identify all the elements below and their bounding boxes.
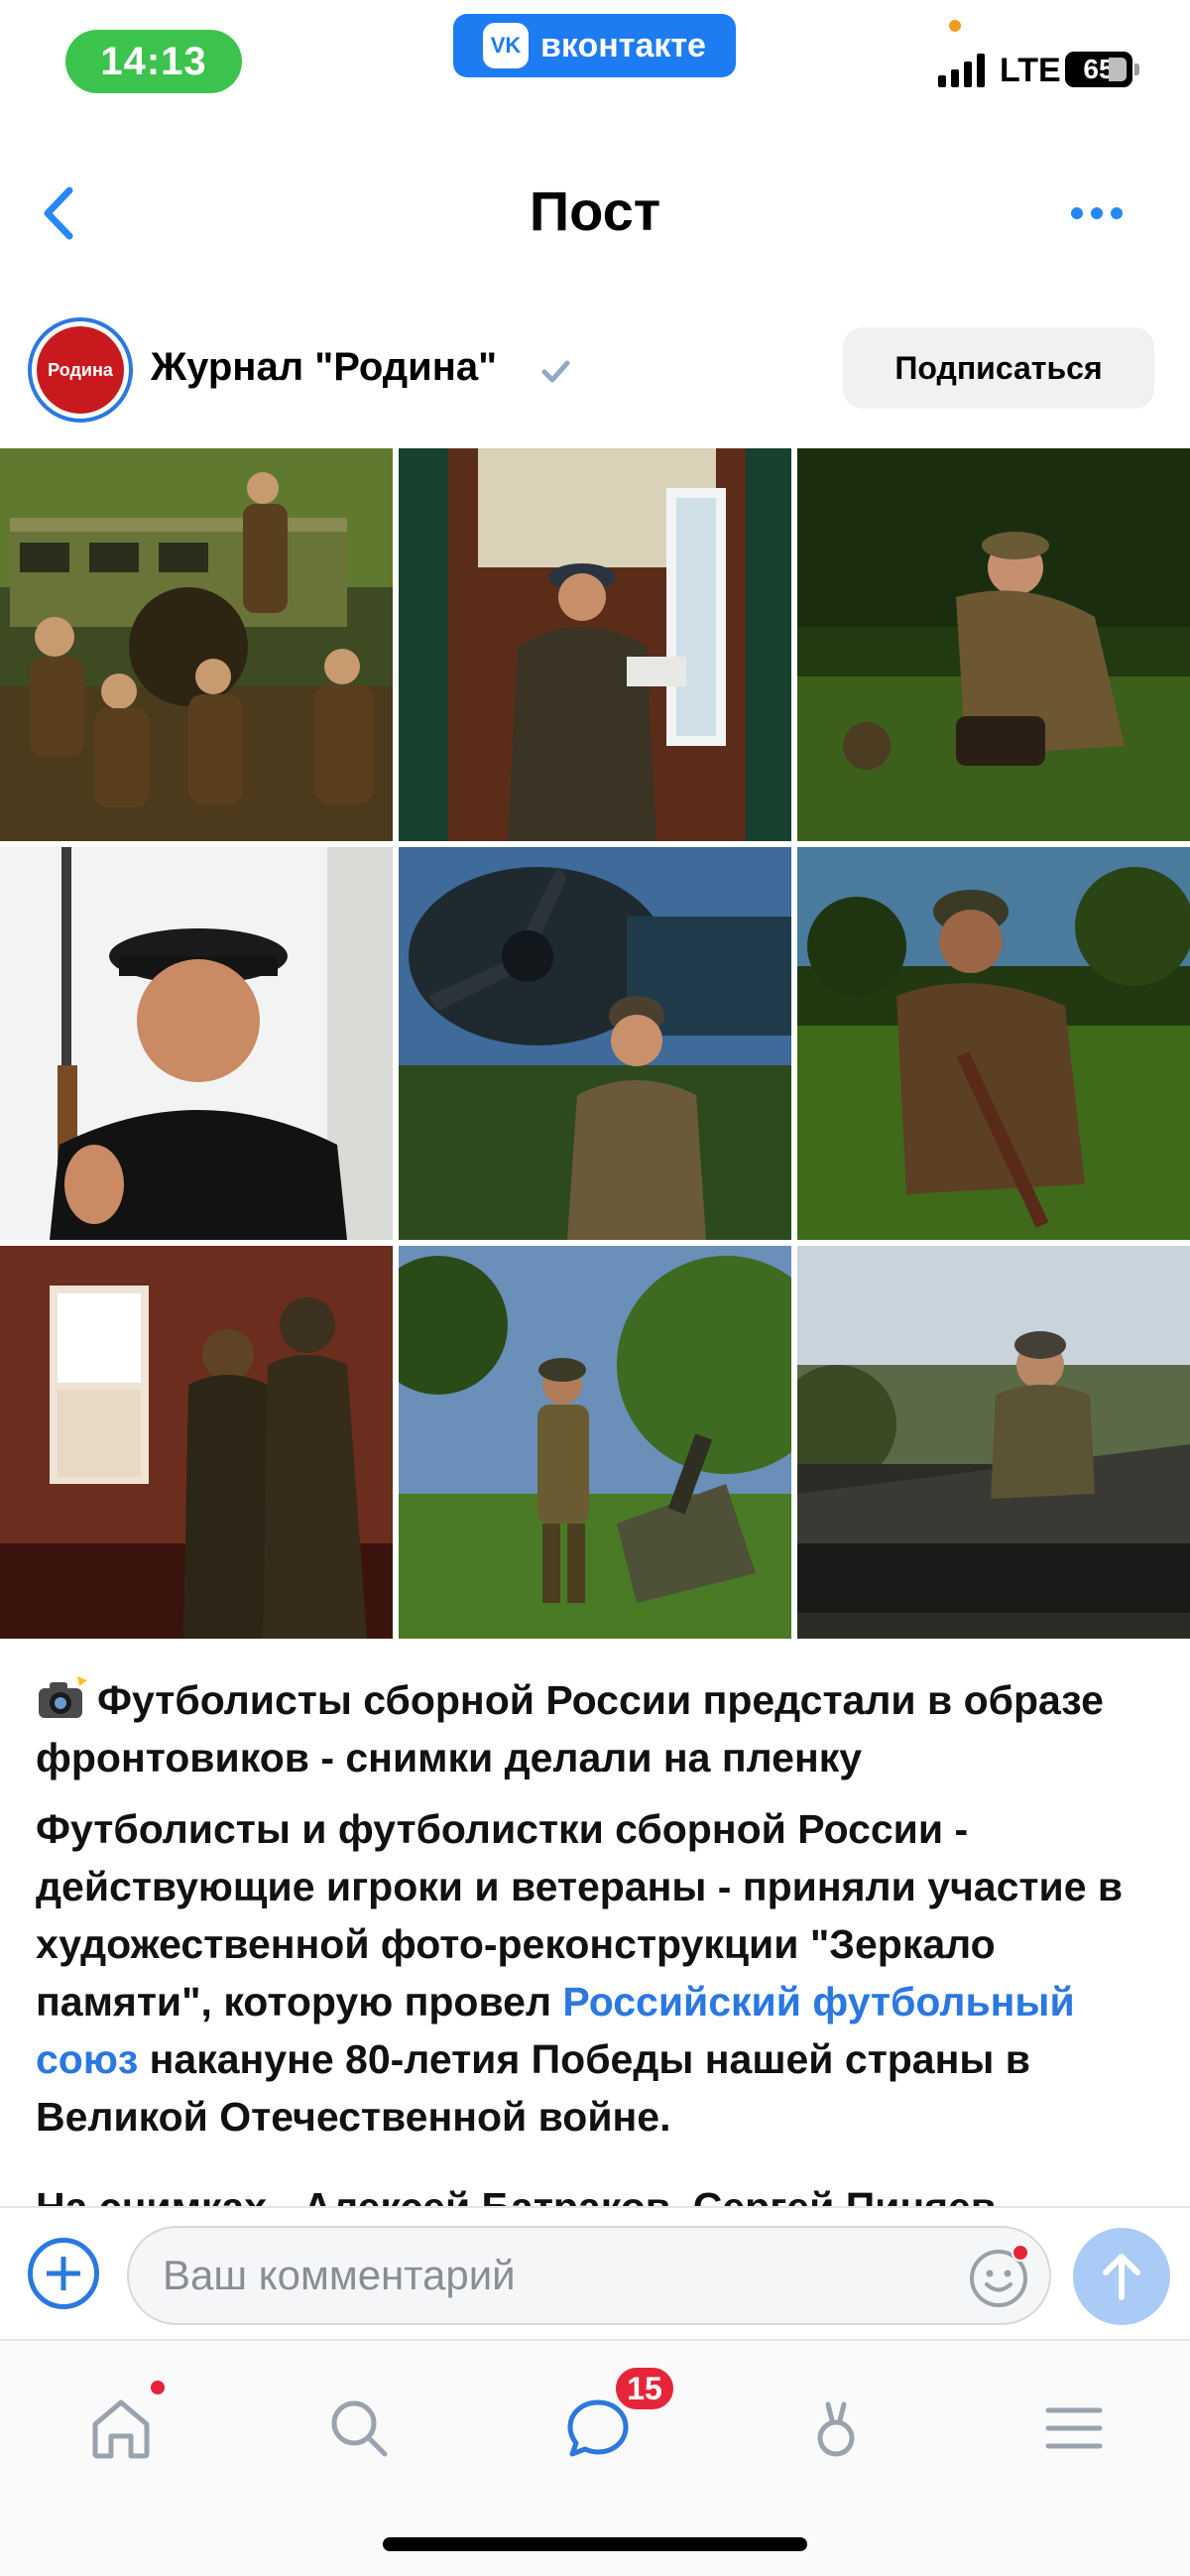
network-type: LTE [1000,52,1061,89]
post-photo-soldier-on-tank[interactable] [797,1246,1190,1639]
search-icon [331,2400,388,2457]
privacy-indicator-icon [949,20,961,32]
menu-icon [1045,2407,1103,2449]
post-text: Футболисты сборной России предстали в об… [36,1671,1166,2159]
vk-app-badge-label: вконтакте [540,26,706,64]
post-headline: Футболисты сборной России предстали в об… [36,1677,1104,1780]
add-attachment-button[interactable] [28,2238,99,2309]
post-author-row: Родина Журнал "Родина" Подписаться [0,317,1190,427]
nav-header: Пост [0,159,1190,268]
post-photo-sailor-with-rifle[interactable] [0,847,393,1240]
post-photo-soldiers-by-train[interactable] [0,448,393,841]
messages-count-badge: 15 [612,2364,677,2413]
post-photo-soldiers-at-window[interactable] [0,1246,393,1639]
arrow-up-icon [1103,2254,1140,2300]
post-photo-officer-in-corridor[interactable] [399,448,791,841]
post-photo-soldier-by-artillery[interactable] [399,1246,791,1639]
post-photo-pilot-by-aircraft[interactable] [399,847,791,1240]
tab-bar: 15 [0,2339,1190,2576]
clips-icon [817,2401,855,2457]
post-headline-paragraph: Футболисты сборной России предстали в об… [36,1671,1166,1786]
battery-icon: 65 [1065,52,1132,87]
home-indicator[interactable] [383,2537,807,2551]
status-bar: 14:13 VK вконтакте LTE 65 [0,0,1190,119]
author-avatar[interactable]: Родина [28,317,133,423]
page-title: Пост [529,180,661,242]
comment-bar [0,2206,1190,2339]
camera-flash-emoji-icon [39,1676,87,1718]
post-photo-soldier-with-telephone[interactable] [797,448,1190,841]
signal-strength-icon [938,52,985,87]
ellipsis-icon [1071,207,1083,219]
verified-check-icon [541,360,570,383]
tab-clips[interactable] [786,2379,886,2478]
home-notification-dot [151,2381,165,2394]
status-time: 14:13 [65,30,242,93]
home-icon [92,2399,150,2459]
vk-logo-icon: VK [483,23,530,68]
comment-input[interactable] [127,2226,1051,2325]
post-body-end: накануне 80-летия Победы нашей страны в … [36,2036,1030,2140]
vk-app-badge[interactable]: VK вконтакте [453,14,736,77]
send-comment-button[interactable] [1073,2228,1170,2325]
photo-grid [0,448,1190,1639]
tab-search[interactable] [309,2379,409,2478]
post-text-truncated-line: На снимках - Алексей Батраков, Сергей Пи… [36,2184,1008,2208]
author-name[interactable]: Журнал "Родина" [151,345,497,390]
author-avatar-logo: Родина [37,326,124,414]
more-options-button[interactable] [1071,198,1134,228]
post-photo-woman-soldier[interactable] [797,847,1190,1240]
post-body-paragraph: Футболисты и футболистки сборной России … [36,1800,1166,2146]
battery-cap [1134,63,1139,75]
emoji-notification-dot [1012,2244,1029,2262]
tab-menu[interactable] [1024,2379,1124,2478]
subscribe-button[interactable]: Подписаться [843,327,1154,409]
